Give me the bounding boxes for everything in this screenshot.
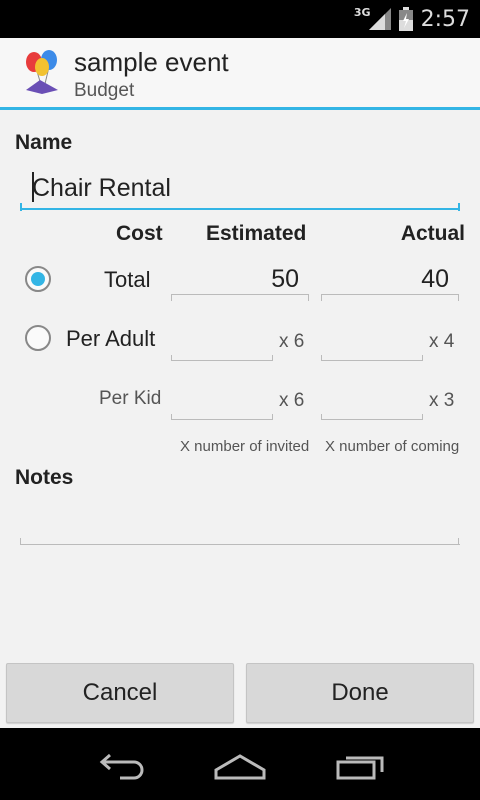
per-kid-estimated-edge-right xyxy=(272,414,273,420)
estimated-hint: X number of invited xyxy=(180,438,310,455)
status-bar: 3G 2:57 xyxy=(0,0,480,38)
app-title: sample event xyxy=(74,47,229,77)
notes-label: Notes xyxy=(15,466,74,489)
per-adult-actual-edge-right xyxy=(422,355,423,361)
actual-column-header: Actual xyxy=(400,222,465,245)
balloons-icon[interactable] xyxy=(22,50,62,94)
name-input-edge-right xyxy=(458,203,460,211)
notes-edge-right xyxy=(458,538,459,545)
notes-input[interactable] xyxy=(20,500,460,544)
clock: 2:57 xyxy=(420,6,470,32)
navigation-bar xyxy=(0,728,480,800)
total-estimated-edge xyxy=(171,295,172,301)
name-input-edge-left xyxy=(20,203,22,211)
text-cursor xyxy=(32,172,34,202)
total-actual-input[interactable]: 40 xyxy=(321,265,459,295)
per-kid-actual-multiplier: x 3 xyxy=(429,390,455,411)
name-input[interactable] xyxy=(20,168,460,210)
status-icons: 3G 2:57 xyxy=(354,4,470,34)
estimated-column-header: Estimated xyxy=(206,222,307,245)
per-adult-estimated-input[interactable] xyxy=(171,331,273,361)
per-adult-actual-edge xyxy=(321,355,322,361)
total-estimated-input[interactable]: 50 xyxy=(171,265,309,295)
name-label: Name xyxy=(15,131,73,154)
done-button[interactable]: Done xyxy=(246,663,474,723)
per-kid-actual-edge-right xyxy=(422,414,423,420)
cost-column-header: Cost xyxy=(116,222,163,245)
notes-underline xyxy=(20,544,460,545)
battery-icon xyxy=(398,7,413,31)
home-icon[interactable] xyxy=(210,748,270,784)
per-adult-estimated-edge-right xyxy=(272,355,273,361)
per-adult-actual-multiplier: x 4 xyxy=(429,331,455,352)
notes-edge-left xyxy=(20,538,21,545)
total-estimated-edge-right xyxy=(308,295,309,301)
per-adult-estimated-multiplier: x 6 xyxy=(279,331,305,352)
per-kid-estimated-input[interactable] xyxy=(171,390,273,420)
back-icon[interactable] xyxy=(90,748,150,784)
actual-hint: X number of coming xyxy=(325,438,460,455)
per-adult-radio[interactable] xyxy=(25,325,51,351)
total-radio[interactable] xyxy=(25,266,51,292)
network-type: 3G xyxy=(353,5,371,19)
signal-icon xyxy=(368,8,391,30)
per-adult-estimated-edge xyxy=(171,355,172,361)
per-kid-actual-edge xyxy=(321,414,322,420)
per-kid-label: Per Kid xyxy=(99,388,162,409)
action-bar-divider xyxy=(0,107,480,110)
app-subtitle: Budget xyxy=(74,80,135,101)
total-actual-edge-right xyxy=(458,295,459,301)
per-kid-estimated-multiplier: x 6 xyxy=(279,390,305,411)
action-bar xyxy=(0,38,480,108)
per-adult-actual-input[interactable] xyxy=(321,331,423,361)
per-kid-actual-input[interactable] xyxy=(321,390,423,420)
per-adult-label: Per Adult xyxy=(66,326,156,351)
total-label: Total xyxy=(104,267,151,292)
cancel-button[interactable]: Cancel xyxy=(6,663,234,723)
total-actual-edge xyxy=(321,295,322,301)
per-kid-estimated-edge xyxy=(171,414,172,420)
recents-icon[interactable] xyxy=(330,748,390,784)
